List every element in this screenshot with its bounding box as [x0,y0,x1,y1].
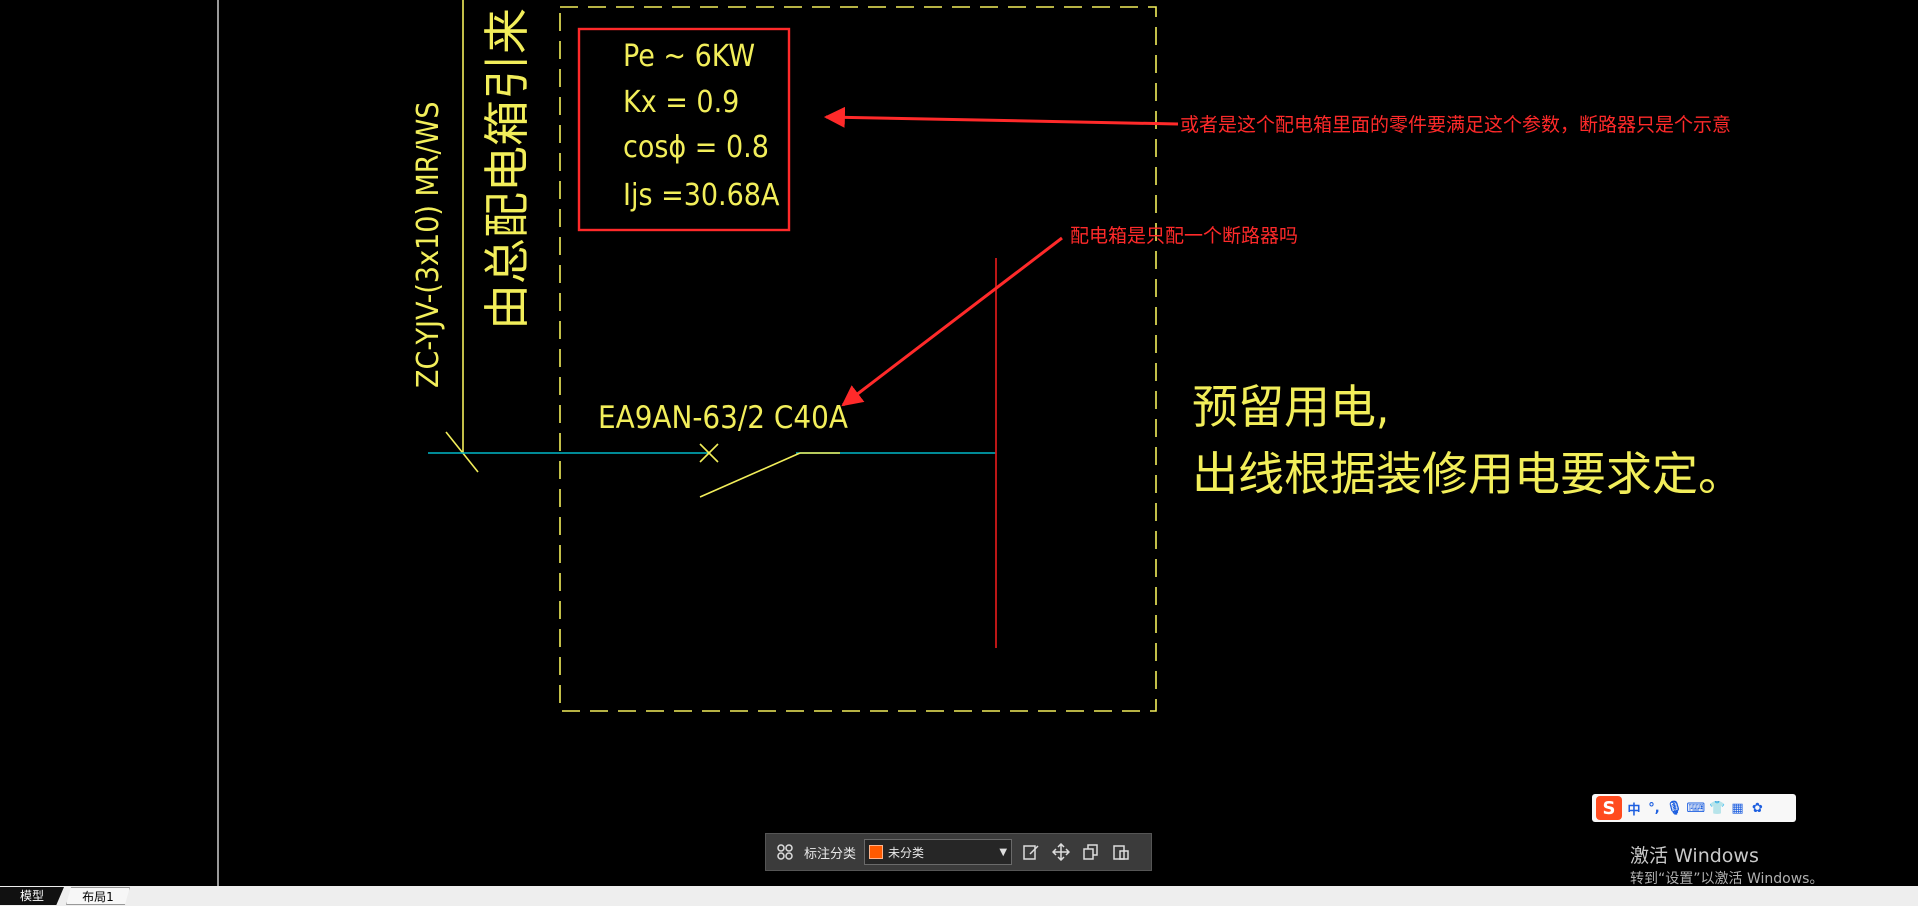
layout-tab-bar: 模型 布局1 [0,886,1918,906]
settings-icon[interactable]: ✿ [1749,801,1765,816]
param-ijs: Ijs =30.68A [623,178,780,213]
param-pe: Pe ~ 6KW [623,39,755,74]
ime-logo-icon[interactable]: S [1596,796,1622,820]
ime-toolbar[interactable]: S 中 °, 🎙 ⌨ 👕 ▦ ✿ [1592,794,1796,822]
category-value: 未分类 [888,845,925,860]
paste-icon[interactable] [1110,841,1132,863]
tab-model[interactable]: 模型 [0,887,64,905]
breaker-label: EA9AN-63/2 C40A [598,400,848,436]
note1-arrow [823,106,1179,128]
activate-windows-title: 激活 Windows [1630,845,1759,867]
skin-icon[interactable]: 👕 [1709,801,1725,816]
category-dropdown[interactable]: 未分类 ▼ [864,839,1013,865]
activate-windows-subtitle: 转到“设置”以激活 Windows。 [1630,871,1824,887]
move-icon[interactable] [1050,841,1072,863]
note2-text: 配电箱是只配一个断路器吗 [1070,225,1298,247]
tab-layout1[interactable]: 布局1 [66,887,130,905]
note1-text: 或者是这个配电箱里面的零件要满足这个参数，断路器只是个示意 [1180,114,1731,136]
category-color-swatch [869,845,884,859]
ime-language-mode[interactable]: 中 [1626,799,1642,818]
source-label: 由总配电箱引来 [480,8,534,330]
note2-arrow [841,236,1063,407]
reserved-power-line2: 出线根据装修用电要求定。 [1192,447,1744,501]
param-cos: cosϕ = 0.8 [623,130,769,165]
annotation-toolbar: 标注分类 未分类 ▼ [765,833,1152,871]
param-kx: Kx = 0.9 [623,85,739,120]
cad-model-space[interactable]: ZC-YJV-(3x10) MR/WS 由总配电箱引来 Pe ~ 6KW Kx … [0,0,1918,886]
chevron-down-icon: ▼ [999,846,1008,858]
microphone-icon[interactable]: 🎙 [1666,801,1683,816]
category-label: 标注分类 [804,846,857,862]
toolbox-icon[interactable]: ▦ [1729,801,1745,816]
keyboard-icon[interactable]: ⌨ [1687,801,1706,816]
edit-icon[interactable] [1020,841,1042,863]
cable-tick-mark [445,431,479,473]
copy-icon[interactable] [1080,841,1102,863]
cable-spec-label: ZC-YJV-(3x10) MR/WS [411,102,446,388]
grid-view-icon[interactable] [774,841,796,863]
punctuation-icon[interactable]: °, [1646,801,1662,816]
reserved-power-line1: 预留用电, [1192,380,1389,434]
